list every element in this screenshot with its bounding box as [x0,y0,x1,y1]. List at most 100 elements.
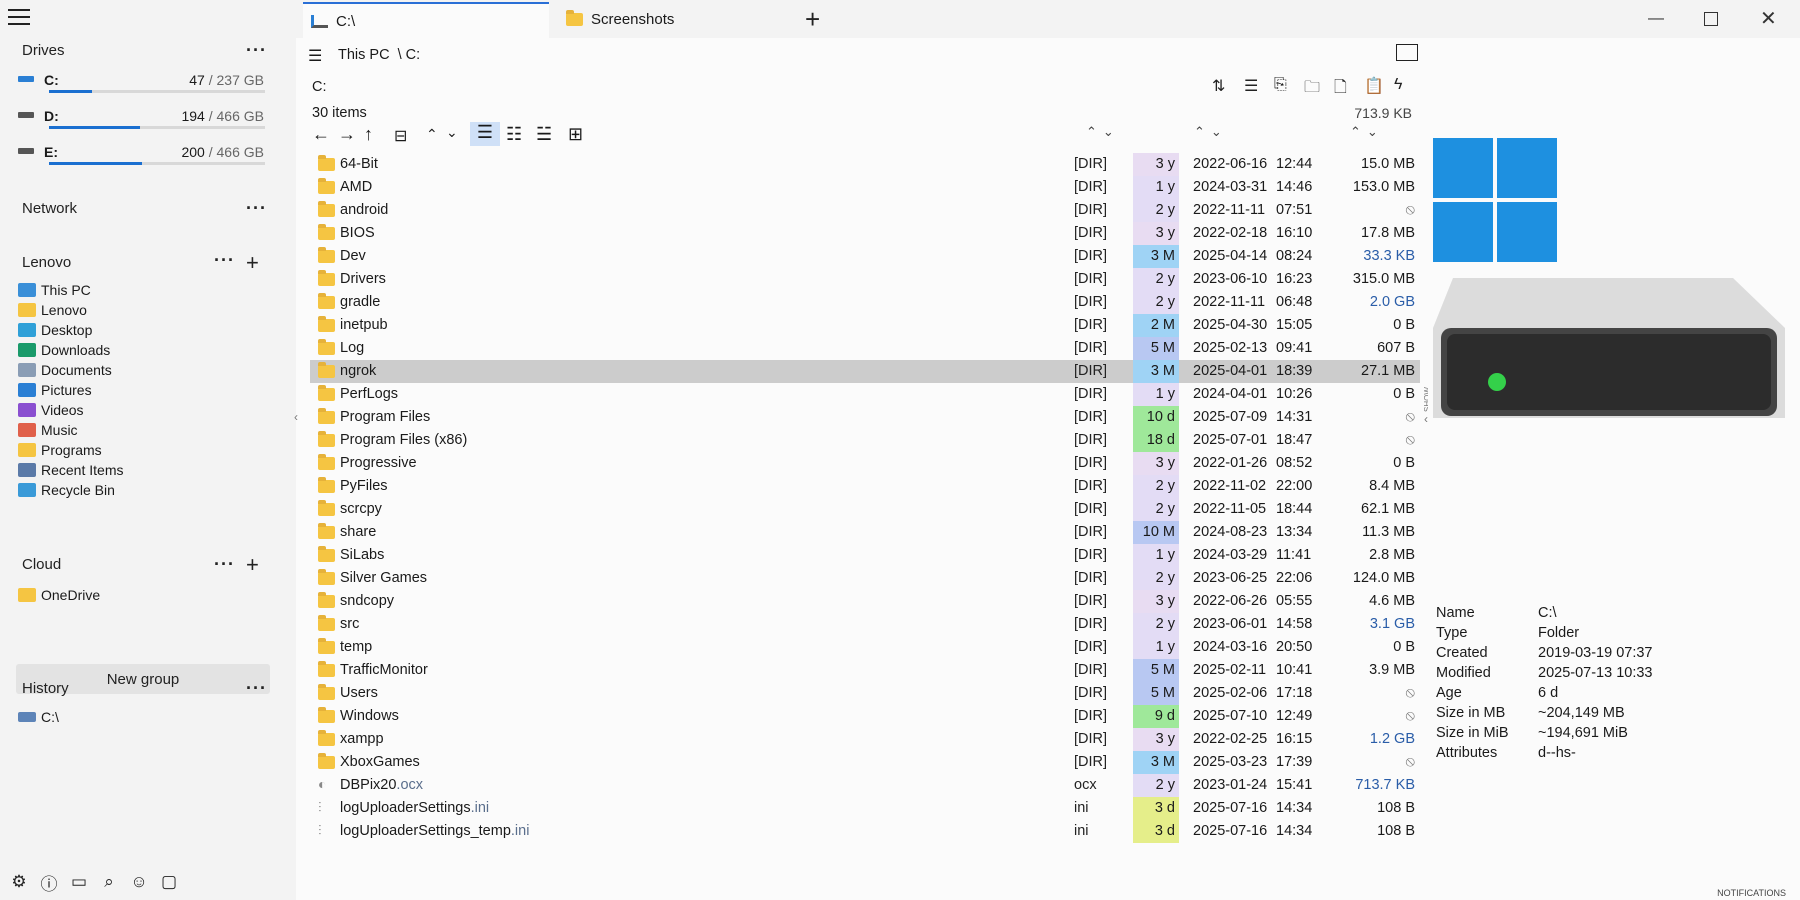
preview-pane: Name C:\ Type Folder Created 2019-03-19 07:37… [1428,38,1800,900]
drive-item-d[interactable]: D: 194 / 466 GB [18,108,268,138]
sidebar-item-onedrive[interactable]: OneDrive [18,584,100,606]
cloud-add-icon[interactable]: + [246,552,259,578]
breadcrumb-menu-icon[interactable]: ☰ [308,46,322,66]
history-more-icon[interactable]: ··· [246,678,267,699]
notifications-label[interactable]: NOTIFICATIONS [1717,888,1786,898]
table-row[interactable]: inetpub [DIR] 2 M 2025-04-30 15:05 0 B [310,314,1420,337]
collapse-sidebar-icon[interactable]: ‹ [294,410,298,424]
chevron-up-icon[interactable]: ⌃ [426,126,438,143]
table-row[interactable]: ⫶ logUploaderSettings_temp.ini ini 3 d 2025-… [310,820,1420,843]
columns-icon[interactable] [1396,44,1418,61]
table-row[interactable]: android [DIR] 2 y 2022-11-11 07:51 ⦸ [310,199,1420,222]
view-tiles-icon[interactable]: ⊞ [568,124,583,145]
path-field[interactable]: C: [312,79,327,95]
table-row[interactable]: temp [DIR] 1 y 2024-03-16 20:50 0 B [310,636,1420,659]
table-row[interactable]: sndcopy [DIR] 3 y 2022-06-26 05:55 4.6 MB [310,590,1420,613]
table-row[interactable]: SiLabs [DIR] 1 y 2024-03-29 11:41 2.8 MB [310,544,1420,567]
quick-action-icon[interactable]: ϟ [1394,76,1402,94]
sort-icon[interactable]: ⇅ [1212,76,1225,96]
sidebar-item-downloads[interactable]: Downloads [18,339,110,361]
sidebar-item-desktop[interactable]: Desktop [18,319,92,341]
close-icon[interactable]: ✕ [1760,6,1777,31]
recent-folders-icon[interactable]: ⊟ [394,126,407,146]
table-row[interactable]: Program Files (x86) [DIR] 18 d 2025-07-01 18… [310,429,1420,452]
settings-icon[interactable]: ⚙ [8,872,30,892]
table-row[interactable]: XboxGames [DIR] 3 M 2025-03-23 17:39 ⦸ [310,751,1420,774]
table-row[interactable]: Silver Games [DIR] 2 y 2023-06-25 22:06 124.0… [310,567,1420,590]
sort-type-icon[interactable]: ⌃⌄ [1086,124,1120,140]
table-row[interactable]: PyFiles [DIR] 2 y 2022-11-02 22:00 8.4 MB [310,475,1420,498]
view-details-icon[interactable]: ☰ [470,122,500,146]
chevron-down-icon[interactable]: ⌄ [446,124,458,141]
sort-size-icon[interactable]: ⌃⌄ [1350,124,1384,140]
view-tree-icon[interactable]: ☱ [536,124,552,145]
table-row[interactable]: Log [DIR] 5 M 2025-02-13 09:41 607 B [310,337,1420,360]
table-row[interactable]: src [DIR] 2 y 2023-06-01 14:58 3.1 GB [310,613,1420,636]
new-file-icon[interactable]: 🗋 [1334,76,1347,103]
terminal-icon[interactable]: ▢ [158,872,180,892]
sidebar-item-music[interactable]: Music [18,419,78,441]
network-more-icon[interactable]: ··· [246,198,267,219]
new-folder-icon[interactable]: 🗀 [1304,76,1320,103]
sidebar-item-this-pc[interactable]: This PC [18,279,91,301]
sidebar-item-lenovo[interactable]: Lenovo [18,299,87,321]
drive-item-c[interactable]: C: 47 / 237 GB [18,72,268,102]
table-row[interactable]: TrafficMonitor [DIR] 5 M 2025-02-11 10:41 3.9… [310,659,1420,682]
folder-icon [318,385,335,401]
menu-icon[interactable] [8,9,30,27]
sidebar-item-recent-items[interactable]: Recent Items [18,459,123,481]
back-icon[interactable]: ← [312,124,330,145]
table-row[interactable]: share [DIR] 10 M 2024-08-23 13:34 11.3 MB [310,521,1420,544]
cloud-more-icon[interactable]: ··· [214,554,235,575]
table-row[interactable]: ⫶ logUploaderSettings.ini ini 3 d 2025-07-16… [310,797,1420,820]
paste-icon[interactable]: 📋 [1364,76,1384,96]
table-row[interactable]: PerfLogs [DIR] 1 y 2024-04-01 10:26 0 B [310,383,1420,406]
maximize-icon[interactable] [1704,12,1718,26]
sort-date-icon[interactable]: ⌃⌄ [1194,124,1228,140]
table-row[interactable]: ◐ DBPix20.ocx ocx 2 y 2023-01-24 15:41 713.7 K… [310,774,1420,797]
file-basename: scrcpy [340,501,382,517]
details-icon[interactable]: ☰ [1244,76,1258,96]
table-row[interactable]: BIOS [DIR] 3 y 2022-02-18 16:10 17.8 MB [310,222,1420,245]
sidebar-item-pictures[interactable]: Pictures [18,379,92,401]
sidebar-item-recycle-bin[interactable]: Recycle Bin [18,479,115,501]
table-row[interactable]: xampp [DIR] 3 y 2022-02-25 16:15 1.2 GB [310,728,1420,751]
breadcrumb-c[interactable]: \ C: [398,47,421,63]
lenovo-more-icon[interactable]: ··· [214,250,235,271]
lenovo-add-icon[interactable]: + [246,250,259,276]
table-row[interactable]: ngrok [DIR] 3 M 2025-04-01 18:39 27.1 MB [310,360,1420,383]
table-row[interactable]: Users [DIR] 5 M 2025-02-06 17:18 ⦸ [310,682,1420,705]
drive-item-e[interactable]: E: 200 / 466 GB [18,144,268,174]
table-row[interactable]: 64-Bit [DIR] 3 y 2022-06-16 12:44 15.0 MB [310,153,1420,176]
table-row[interactable]: Drivers [DIR] 2 y 2023-06-10 16:23 315.0 MB [310,268,1420,291]
table-row[interactable]: Progressive [DIR] 3 y 2022-01-26 08:52 0 B [310,452,1420,475]
breadcrumb-this-pc[interactable]: This PC [338,47,390,63]
layout-icon[interactable]: ▭ [68,872,90,892]
copy-path-icon[interactable]: ⎘ [1274,76,1287,94]
file-age: 3 M [1133,360,1179,383]
table-row[interactable]: gradle [DIR] 2 y 2022-11-11 06:48 2.0 GB [310,291,1420,314]
sidebar-item-documents[interactable]: Documents [18,359,112,381]
forward-icon[interactable]: → [338,124,356,145]
up-icon[interactable]: ↑ [364,124,373,145]
sidebar-item-videos[interactable]: Videos [18,399,84,421]
tab-screenshots[interactable]: Screenshots [558,2,788,36]
view-list-icon[interactable]: ☷ [506,124,522,145]
info-icon[interactable]: ⓘ [38,872,60,894]
drives-more-icon[interactable]: ··· [246,40,267,61]
table-row[interactable]: scrcpy [DIR] 2 y 2022-11-05 18:44 62.1 MB [310,498,1420,521]
assistant-icon[interactable]: ☺ [128,872,150,892]
drive-total: / 466 GB [208,144,264,160]
table-row[interactable]: Dev [DIR] 3 M 2025-04-14 08:24 33.3 KB [310,245,1420,268]
table-row[interactable]: Program Files [DIR] 10 d 2025-07-09 14:31 ⦸ [310,406,1420,429]
drive-size: 47 / 237 GB [189,72,264,88]
table-row[interactable]: AMD [DIR] 1 y 2024-03-31 14:46 153.0 MB [310,176,1420,199]
tab-c-drive[interactable]: C:\ [303,2,549,38]
file-time: 18:44 [1276,501,1313,517]
sidebar-item-programs[interactable]: Programs [18,439,102,461]
history-item-c[interactable]: C:\ [18,706,59,728]
minimize-icon[interactable]: — [1648,10,1664,28]
table-row[interactable]: Windows [DIR] 9 d 2025-07-10 12:49 ⦸ [310,705,1420,728]
search-icon[interactable]: ⌕ [98,872,120,892]
new-tab-button[interactable]: + [805,6,820,32]
